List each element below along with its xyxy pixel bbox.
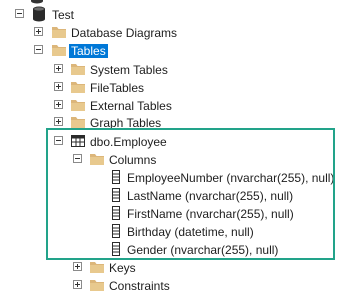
column-icon <box>109 205 127 221</box>
tree-node-label: Birthday (datetime, null) <box>127 225 254 239</box>
tree-node-label: System Tables <box>90 63 168 77</box>
database-icon <box>30 0 48 4</box>
column-icon <box>109 223 127 239</box>
tree-node-label: Test <box>52 8 75 22</box>
folder-icon <box>70 97 88 113</box>
tree-node-label: Gender (nvarchar(255), null) <box>127 243 279 257</box>
tree-node-column[interactable]: Gender (nvarchar(255), null) <box>0 241 338 259</box>
tree-node-label: External Tables <box>90 99 172 113</box>
database-icon <box>32 6 50 22</box>
tree-node-label: Columns <box>109 153 157 167</box>
tree-node-keys[interactable]: Keys <box>0 259 338 277</box>
tree-node-label-selected: Tables <box>69 44 108 58</box>
tree-node-test[interactable]: Test <box>0 6 338 24</box>
tree-node-external-tables[interactable]: External Tables <box>0 97 338 115</box>
tree-node-label: dbo.Employee <box>90 135 167 149</box>
tree-node-graph-tables[interactable]: Graph Tables <box>0 114 338 132</box>
collapse-toggle[interactable] <box>34 45 43 54</box>
tree-node-label: Keys <box>109 261 136 275</box>
folder-icon <box>70 114 88 130</box>
expand-toggle[interactable] <box>54 117 63 126</box>
column-icon <box>109 241 127 257</box>
tree-node-filetables[interactable]: FileTables <box>0 79 338 97</box>
tree-node-database-diagrams[interactable]: Database Diagrams <box>0 24 338 42</box>
folder-icon <box>89 277 107 293</box>
column-icon <box>109 187 127 203</box>
expand-toggle[interactable] <box>54 64 63 73</box>
tree-node-system-tables[interactable]: System Tables <box>0 61 338 79</box>
tree-node-column[interactable]: LastName (nvarchar(255), null) <box>0 187 338 205</box>
tree-node-column[interactable]: Birthday (datetime, null) <box>0 223 338 241</box>
table-icon <box>70 133 88 149</box>
collapse-toggle[interactable] <box>54 136 63 145</box>
tree-node-label: FileTables <box>90 81 145 95</box>
expand-toggle[interactable] <box>54 100 63 109</box>
folder-icon <box>89 151 107 167</box>
expand-toggle[interactable] <box>54 82 63 91</box>
expand-toggle[interactable] <box>73 262 82 271</box>
collapse-toggle[interactable] <box>73 154 82 163</box>
expand-toggle[interactable] <box>34 27 43 36</box>
tree-node-label: Database Diagrams <box>71 26 178 40</box>
tree-node-label: EmployeeNumber (nvarchar(255), null) <box>127 171 335 185</box>
folder-icon <box>70 61 88 77</box>
tree-node-tables[interactable]: Tables <box>0 42 338 60</box>
tree-node-column[interactable]: EmployeeNumber (nvarchar(255), null) <box>0 169 338 187</box>
tree-node-constraints[interactable]: Constraints <box>0 277 338 295</box>
tree-node-label: Constraints <box>109 279 170 293</box>
tree-node-column[interactable]: FirstName (nvarchar(255), null) <box>0 205 338 223</box>
tree-node-columns[interactable]: Columns <box>0 151 338 169</box>
folder-icon <box>51 24 69 40</box>
collapse-toggle[interactable] <box>15 9 24 18</box>
tree-node-label: LastName (nvarchar(255), null) <box>127 189 294 203</box>
folder-icon <box>51 42 69 58</box>
column-icon <box>109 169 127 185</box>
tree-node-label: FirstName (nvarchar(255), null) <box>127 207 294 221</box>
tree-node-dbo-employee[interactable]: dbo.Employee <box>0 133 338 151</box>
folder-icon <box>70 79 88 95</box>
tree-node-label: Graph Tables <box>90 116 162 130</box>
folder-icon <box>89 259 107 275</box>
